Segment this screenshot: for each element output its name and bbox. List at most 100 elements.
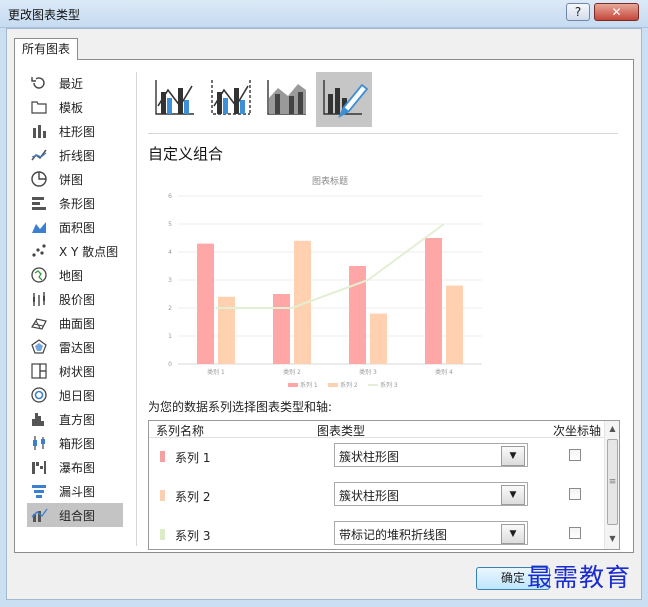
funnel-chart-icon: [30, 482, 48, 500]
sidebar-item-label: 箱形图: [59, 436, 96, 451]
combo-subtype-button[interactable]: [316, 72, 372, 127]
sidebar-item[interactable]: 模板: [27, 95, 123, 119]
chart-type-value: 带标记的堆积折线图: [339, 528, 448, 542]
bar: [446, 285, 463, 364]
sidebar-item[interactable]: 最近: [27, 71, 123, 95]
chart-preview: 图表标题 0 1 2 3 4 5 6 类别 1 类别 2 类别 3 类别 4 系列 1 系列 2 系列 3: [168, 175, 482, 389]
chart-type-dropdown[interactable]: 簇状柱形图 ▼: [334, 443, 528, 467]
bar: [218, 296, 235, 364]
chevron-down-icon[interactable]: ▼: [501, 524, 525, 544]
combo-subtype-button[interactable]: [204, 72, 260, 127]
help-button[interactable]: ?: [566, 3, 590, 21]
clustered-column-line-icon: [152, 76, 200, 123]
divider: [136, 72, 137, 546]
sidebar-item[interactable]: 面积图: [27, 215, 123, 239]
radar-chart-icon: [30, 338, 48, 356]
sidebar-item[interactable]: 箱形图: [27, 431, 123, 455]
table-scrollbar[interactable]: ▲ ≡ ▼: [604, 421, 619, 549]
combo-subtype-button[interactable]: [148, 72, 204, 127]
sidebar-item[interactable]: 地图: [27, 263, 123, 287]
y-tick-label: 5: [168, 221, 172, 228]
x-tick-label: 类别 4: [435, 368, 453, 376]
sidebar-item-label: 树状图: [59, 364, 96, 379]
secondary-axis-checkbox[interactable]: [569, 527, 581, 539]
stacked-area-clustered-column-icon: [264, 76, 312, 123]
series-name: 系列 3: [175, 529, 211, 543]
combo-chart-icon: [30, 506, 48, 524]
pie-chart-icon: [30, 170, 48, 188]
chart-type-dropdown[interactable]: 簇状柱形图 ▼: [334, 482, 528, 506]
sidebar-item[interactable]: 组合图: [27, 503, 123, 527]
legend-marker: [328, 383, 338, 387]
sidebar-item[interactable]: X Y 散点图: [27, 239, 123, 263]
sidebar-item-label: 面积图: [59, 220, 96, 235]
bar: [370, 313, 387, 364]
sidebar-item-label: 地图: [59, 268, 84, 283]
y-tick-label: 2: [168, 305, 172, 312]
sidebar-item[interactable]: 饼图: [27, 167, 123, 191]
sunburst-chart-icon: [30, 386, 48, 404]
y-tick-label: 3: [168, 277, 172, 284]
column-chart-icon: [30, 122, 48, 140]
recent-icon: [30, 74, 48, 92]
y-tick-label: 4: [168, 249, 172, 256]
divider: [148, 133, 618, 134]
secondary-axis-checkbox[interactable]: [569, 449, 581, 461]
combo-subtype-button[interactable]: [260, 72, 316, 127]
custom-combination-icon: [320, 76, 369, 123]
sidebar-item-label: X Y 散点图: [59, 244, 119, 259]
title-bar: [0, 0, 648, 28]
y-tick-label: 1: [168, 333, 172, 340]
sidebar-item[interactable]: 旭日图: [27, 383, 123, 407]
sidebar-item[interactable]: 股价图: [27, 287, 123, 311]
x-tick-label: 类别 2: [283, 368, 301, 376]
series-line: [216, 223, 445, 309]
header-chart-type: 图表类型: [317, 424, 366, 438]
chevron-down-icon[interactable]: ▼: [501, 485, 525, 505]
sidebar-item-label: 雷达图: [59, 340, 96, 355]
tab-all-charts[interactable]: 所有图表: [14, 38, 78, 60]
series-color-swatch: [160, 451, 165, 462]
sidebar-item-label: 旭日图: [59, 388, 96, 403]
series-color-swatch: [160, 490, 165, 501]
watermark: 最需教育: [527, 563, 632, 592]
dialog-title: 更改图表类型: [8, 8, 81, 22]
chevron-down-icon[interactable]: ▼: [501, 446, 525, 466]
close-button[interactable]: ✕: [594, 3, 639, 21]
header-series-name: 系列名称: [156, 424, 205, 438]
sidebar-item[interactable]: 条形图: [27, 191, 123, 215]
sidebar-item[interactable]: 曲面图: [27, 311, 123, 335]
legend-label: 系列 1: [300, 381, 318, 389]
sidebar-item[interactable]: 漏斗图: [27, 479, 123, 503]
sidebar-item-label: 漏斗图: [59, 484, 96, 499]
scroll-down-icon[interactable]: ▼: [605, 531, 619, 547]
sidebar-item-label: 股价图: [59, 292, 96, 307]
chart-title: 图表标题: [312, 175, 348, 187]
sidebar-item[interactable]: 树状图: [27, 359, 123, 383]
scroll-thumb[interactable]: ≡: [607, 439, 618, 525]
scroll-up-icon[interactable]: ▲: [605, 421, 619, 437]
area-chart-icon: [30, 218, 48, 236]
chart-type-dropdown[interactable]: 带标记的堆积折线图 ▼: [334, 521, 528, 545]
scatter-chart-icon: [30, 242, 48, 260]
map-chart-icon: [30, 266, 48, 284]
sidebar-item[interactable]: 瀑布图: [27, 455, 123, 479]
sidebar-item[interactable]: 直方图: [27, 407, 123, 431]
template-folder-icon: [30, 98, 48, 116]
sidebar-item-label: 条形图: [59, 196, 96, 211]
secondary-axis-checkbox[interactable]: [569, 488, 581, 500]
clustered-column-line-secondary-axis-icon: [208, 76, 256, 123]
series-name: 系列 1: [175, 451, 211, 465]
sidebar-item-label: 柱形图: [59, 124, 96, 139]
box-whisker-chart-icon: [30, 434, 48, 452]
sidebar-item[interactable]: 雷达图: [27, 335, 123, 359]
treemap-chart-icon: [30, 362, 48, 380]
line-chart-icon: [30, 146, 48, 164]
sidebar-item-label: 饼图: [59, 172, 84, 187]
bar: [273, 294, 290, 364]
sidebar-item[interactable]: 折线图: [27, 143, 123, 167]
sidebar-item[interactable]: 柱形图: [27, 119, 123, 143]
stock-chart-icon: [30, 290, 48, 308]
waterfall-chart-icon: [30, 458, 48, 476]
sidebar-item-label: 瀑布图: [59, 460, 96, 475]
